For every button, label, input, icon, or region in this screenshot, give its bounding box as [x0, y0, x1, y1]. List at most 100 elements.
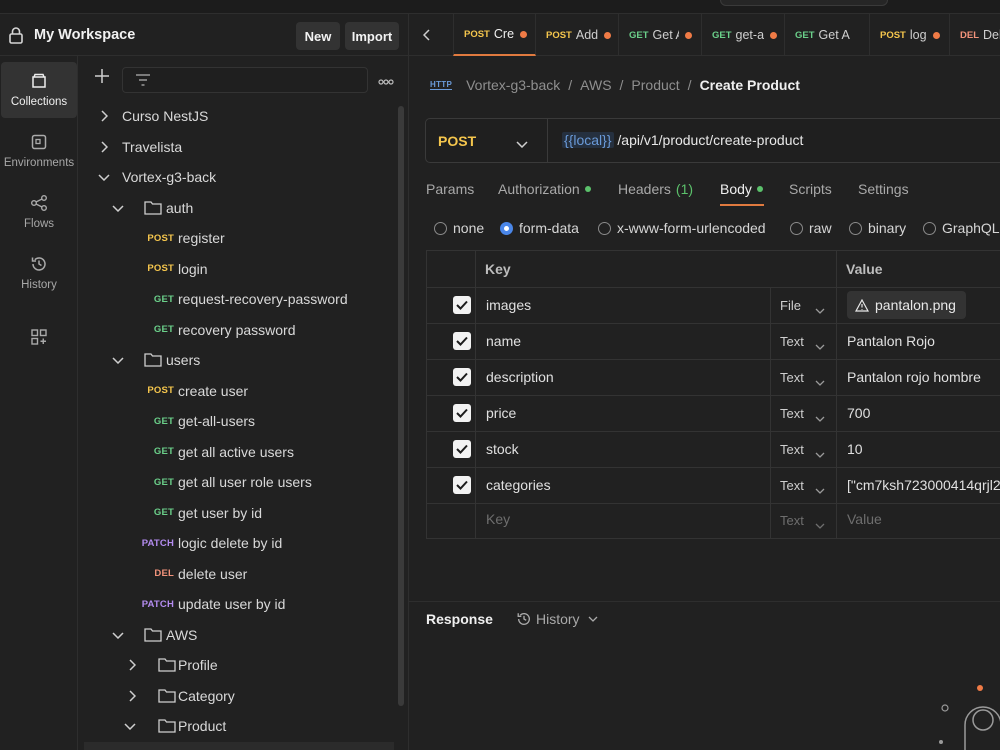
- url-input[interactable]: {{local}} /api/v1/product/create-product: [562, 132, 803, 148]
- workspace-title[interactable]: My Workspace: [34, 27, 135, 43]
- chevron-down-icon[interactable]: [815, 337, 825, 353]
- row-value[interactable]: 10: [847, 441, 863, 457]
- key-input[interactable]: Key: [486, 511, 510, 527]
- radio-binary[interactable]: binary: [849, 220, 906, 236]
- tab-login[interactable]: POST log: [870, 14, 950, 56]
- rail-environments[interactable]: Environments: [0, 123, 78, 179]
- tree-request-register[interactable]: POST register: [78, 223, 398, 253]
- row-type-select[interactable]: Text: [780, 370, 804, 385]
- tab-get-a-2[interactable]: GET Get A: [785, 14, 870, 56]
- radio-urlencoded[interactable]: x-www-form-urlencoded: [598, 220, 766, 236]
- tab-params[interactable]: Params: [426, 181, 474, 197]
- row-checkbox[interactable]: [453, 476, 471, 494]
- row-checkbox[interactable]: [453, 296, 471, 314]
- breadcrumb-folder-aws[interactable]: AWS: [580, 77, 611, 93]
- tree-collection-travelista[interactable]: Travelista: [78, 132, 398, 162]
- row-type-select[interactable]: Text: [780, 406, 804, 421]
- breadcrumb-collection[interactable]: Vortex-g3-back: [466, 77, 560, 93]
- row-key[interactable]: description: [486, 369, 554, 385]
- row-key[interactable]: stock: [486, 441, 519, 457]
- tree-collection-vortex[interactable]: Vortex-g3-back: [78, 162, 398, 192]
- chevron-down-icon[interactable]: [815, 373, 825, 389]
- row-value[interactable]: ["cm7ksh723000414qrjl2: [847, 477, 1000, 493]
- response-history-dropdown[interactable]: History: [516, 611, 602, 627]
- chevron-left-icon[interactable]: [422, 28, 431, 44]
- file-chip[interactable]: pantalon.png: [847, 291, 966, 319]
- tree-folder-users[interactable]: users: [78, 345, 398, 375]
- tree-request-recovery-password[interactable]: GET recovery password: [78, 315, 398, 345]
- row-key[interactable]: price: [486, 405, 516, 421]
- tree-folder-profile[interactable]: Profile: [78, 650, 398, 680]
- tree-folder-auth[interactable]: auth: [78, 193, 398, 223]
- tree-request-logic-delete[interactable]: PATCH logic delete by id: [78, 528, 398, 558]
- tree-request-update-user[interactable]: PATCH update user by id: [78, 589, 398, 619]
- chevron-down-icon[interactable]: [815, 481, 825, 497]
- top-search-pill[interactable]: [720, 0, 888, 6]
- row-key[interactable]: name: [486, 333, 521, 349]
- tab-get-all[interactable]: GET get-a: [702, 14, 785, 56]
- method-select[interactable]: POST: [438, 133, 476, 149]
- rail-configure[interactable]: [0, 312, 78, 368]
- tree-request-create-user[interactable]: POST create user: [78, 376, 398, 406]
- tree-collection-curso-nestjs[interactable]: Curso NestJS: [78, 101, 398, 131]
- tree-request-recovery[interactable]: GET request-recovery-password: [78, 284, 398, 314]
- tree-request-login[interactable]: POST login: [78, 254, 398, 284]
- radio-form-data[interactable]: form-data: [500, 220, 579, 236]
- tab-body[interactable]: Body: [720, 181, 763, 197]
- tab-settings[interactable]: Settings: [858, 181, 909, 197]
- tree-request-delete-user[interactable]: DEL delete user: [78, 559, 398, 589]
- breadcrumb-folder-product[interactable]: Product: [631, 77, 679, 93]
- tree-label: request-recovery-password: [178, 291, 348, 307]
- tab-authorization[interactable]: Authorization: [498, 181, 591, 197]
- tab-create-product[interactable]: POST Cre: [453, 14, 536, 56]
- import-button[interactable]: Import: [345, 22, 399, 50]
- row-checkbox[interactable]: [453, 404, 471, 422]
- radio-raw[interactable]: raw: [790, 220, 832, 236]
- row-checkbox[interactable]: [453, 368, 471, 386]
- table-row: stock Text 10: [427, 431, 1000, 467]
- row-type-select[interactable]: Text: [780, 334, 804, 349]
- sidebar-scrollbar[interactable]: [398, 106, 404, 706]
- tab-headers[interactable]: Headers (1): [618, 181, 693, 197]
- tab-delete[interactable]: DEL Del: [950, 14, 1000, 56]
- row-key[interactable]: categories: [486, 477, 551, 493]
- value-input[interactable]: Value: [847, 511, 882, 527]
- tree-request-get-role-users[interactable]: GET get all user role users: [78, 467, 398, 497]
- row-value[interactable]: 700: [847, 405, 870, 421]
- tree-folder-aws[interactable]: AWS: [78, 620, 398, 650]
- tree-request-get-active-users[interactable]: GET get all active users: [78, 437, 398, 467]
- row-type-select[interactable]: File: [780, 298, 801, 313]
- more-options-icon[interactable]: [378, 72, 394, 88]
- response-divider[interactable]: [409, 601, 1000, 602]
- tree-folder-product[interactable]: Product: [78, 711, 398, 741]
- tab-add[interactable]: POST Add: [536, 14, 619, 56]
- rail-collections[interactable]: Collections: [1, 62, 77, 118]
- chevron-down-icon[interactable]: [815, 409, 825, 425]
- radio-none[interactable]: none: [434, 220, 484, 236]
- row-type-select[interactable]: Text: [780, 478, 804, 493]
- request-title[interactable]: Create Product: [700, 77, 800, 93]
- row-type-select[interactable]: Text: [780, 442, 804, 457]
- row-value[interactable]: Pantalon Rojo: [847, 333, 935, 349]
- tree-folder-category[interactable]: Category: [78, 681, 398, 711]
- tab-get-a[interactable]: GET Get A: [619, 14, 702, 56]
- filter-input[interactable]: [122, 67, 368, 93]
- plus-icon[interactable]: [94, 68, 110, 87]
- tree-request-get-user-by-id[interactable]: GET get user by id: [78, 498, 398, 528]
- row-checkbox[interactable]: [453, 332, 471, 350]
- chevron-down-icon[interactable]: [815, 516, 825, 532]
- tree-request-get-all-users[interactable]: GET get-all-users: [78, 406, 398, 436]
- chevron-down-icon[interactable]: [516, 135, 528, 151]
- row-checkbox[interactable]: [453, 440, 471, 458]
- rail-history[interactable]: History: [0, 245, 78, 301]
- chevron-down-icon[interactable]: [815, 301, 825, 317]
- sidebar-divider[interactable]: [408, 14, 409, 750]
- tab-scripts[interactable]: Scripts: [789, 181, 832, 197]
- new-button[interactable]: New: [296, 22, 340, 50]
- chevron-down-icon[interactable]: [815, 445, 825, 461]
- row-key[interactable]: images: [486, 297, 531, 313]
- row-value[interactable]: Pantalon rojo hombre: [847, 369, 981, 385]
- row-type-select[interactable]: Text: [780, 513, 804, 528]
- radio-graphql[interactable]: GraphQL: [923, 220, 1000, 236]
- rail-flows[interactable]: Flows: [0, 184, 78, 240]
